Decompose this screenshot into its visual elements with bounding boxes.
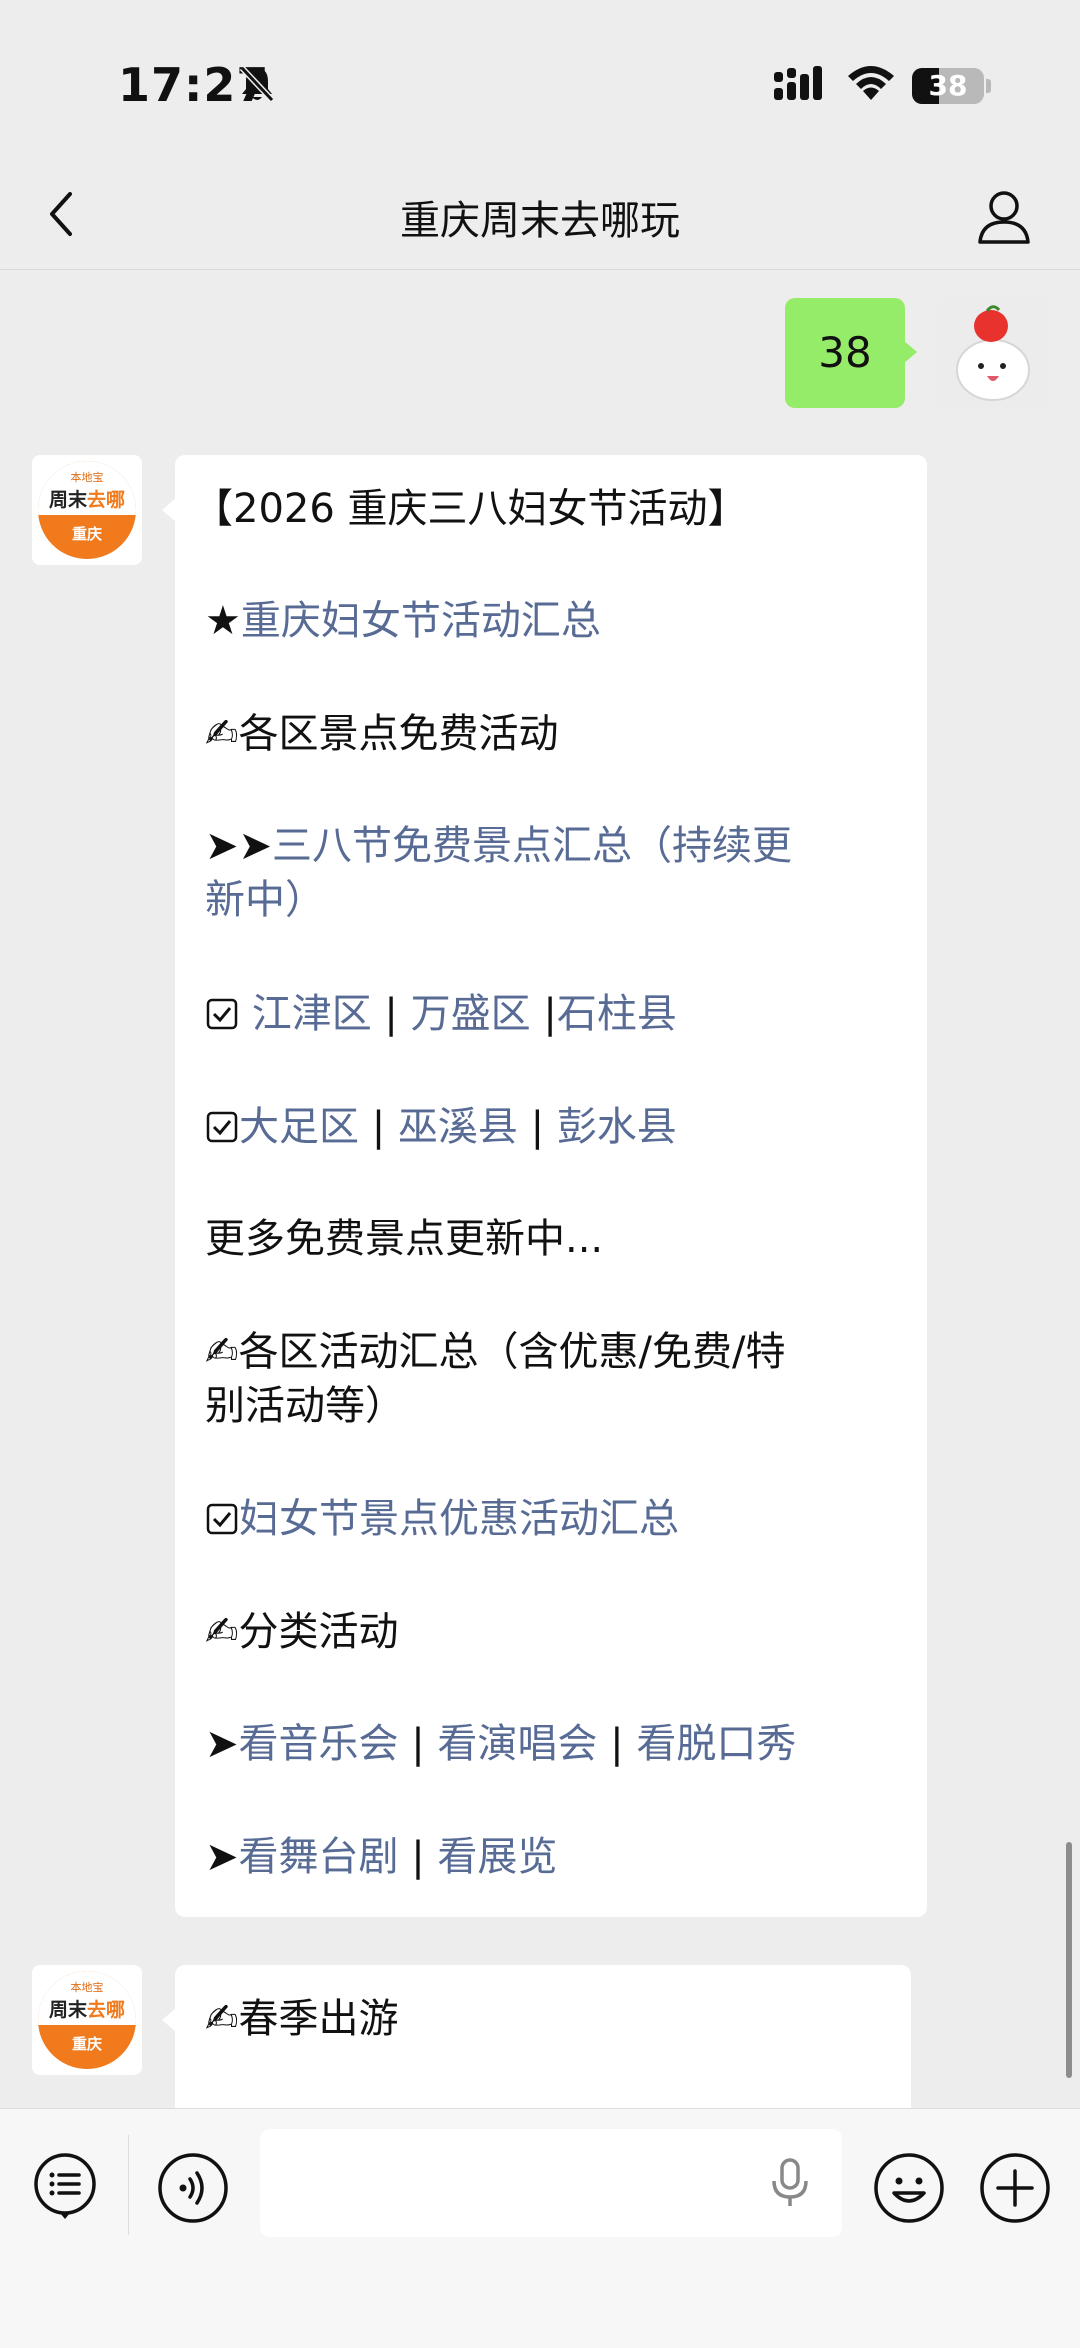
nav-bar: 重庆周末去哪玩 xyxy=(0,160,1080,270)
category-row-1: ➤看音乐会 | 看演唱会 | 看脱口秀 xyxy=(205,1717,903,1771)
emoji-button[interactable] xyxy=(872,2151,946,2225)
bot-avatar[interactable]: 本地宝 周末去哪 重庆 xyxy=(32,455,142,565)
scroll-indicator[interactable] xyxy=(1066,1842,1072,2078)
category-link[interactable]: 看展览 xyxy=(437,1834,557,1880)
emoji-icon xyxy=(874,2153,944,2223)
separator: | xyxy=(517,1104,557,1150)
category-link[interactable]: 看脱口秀 xyxy=(636,1721,796,1767)
plus-button[interactable] xyxy=(978,2151,1052,2225)
arrow-icon: ➤ xyxy=(205,1834,239,1880)
section-districts-text: 各区活动汇总（含优惠/免费/特 xyxy=(238,1329,786,1375)
page-title: 重庆周末去哪玩 xyxy=(400,198,680,244)
sent-bubble-tail xyxy=(903,340,917,364)
bubble-tail xyxy=(162,2008,176,2032)
plus-icon xyxy=(980,2153,1050,2223)
bell-slash-icon xyxy=(238,64,276,108)
separator: | xyxy=(597,1721,637,1767)
discount-link[interactable]: 妇女节景点优惠活动汇总 xyxy=(239,1496,679,1542)
separator: | xyxy=(530,991,557,1037)
category-row-2: ➤看舞台剧 | 看展览 xyxy=(205,1830,903,1884)
free-summary-link-cont[interactable]: 新中） xyxy=(205,877,325,923)
battery-icon: 38 xyxy=(912,68,984,104)
bot-avatar[interactable]: 本地宝 周末去哪 重庆 xyxy=(32,1965,142,2075)
district-link[interactable]: 巫溪县 xyxy=(398,1104,518,1150)
category-link[interactable]: 看演唱会 xyxy=(437,1721,597,1767)
district-link[interactable]: 万盛区 xyxy=(411,991,531,1037)
bubble-tail xyxy=(162,498,176,522)
message-bubble: ✍春季出游 xyxy=(175,1965,911,2125)
star-icon: ★ xyxy=(205,598,241,644)
summary-link[interactable]: 重庆妇女节活动汇总 xyxy=(241,598,601,644)
menu-list-icon xyxy=(34,2153,96,2219)
writing-hand-icon: ✍ xyxy=(205,711,239,757)
bot-logo: 本地宝 周末去哪 重庆 xyxy=(38,461,136,559)
logo-small-text: 本地宝 xyxy=(70,1981,104,1994)
voice-button[interactable] xyxy=(156,2151,230,2225)
summary-line: ★重庆妇女节活动汇总 xyxy=(205,594,903,648)
message-input[interactable] xyxy=(260,2129,842,2237)
status-bar: 17:27 38 xyxy=(0,0,1080,160)
wifi-icon xyxy=(846,64,896,106)
logo-main-text: 周末去哪 xyxy=(48,1999,126,2021)
districts-row-1: 江津区 | 万盛区 |石柱县 xyxy=(205,987,903,1045)
person-icon xyxy=(978,191,1030,244)
checkbox-icon xyxy=(205,1104,239,1158)
logo-city-text: 重庆 xyxy=(71,2035,102,2053)
message-heading: 【2026 重庆三八妇女节活动】 xyxy=(193,486,748,532)
districts-row-2: 大足区 | 巫溪县 | 彭水县 xyxy=(205,1100,903,1158)
section-districts-heading: ✍各区活动汇总（含优惠/免费/特 xyxy=(205,1325,903,1379)
category-link[interactable]: 看舞台剧 xyxy=(239,1834,399,1880)
district-link[interactable]: 大足区 xyxy=(239,1104,359,1150)
sent-message-bubble[interactable]: 38 xyxy=(785,298,905,408)
section-spring-heading: ✍春季出游 xyxy=(205,1992,887,2046)
section-free-text: 各区景点免费活动 xyxy=(238,711,559,757)
separator: | xyxy=(371,991,411,1037)
discount-line: 妇女节景点优惠活动汇总 xyxy=(205,1492,903,1550)
writing-hand-icon: ✍ xyxy=(205,1996,239,2042)
section-category-text: 分类活动 xyxy=(238,1609,399,1655)
district-link[interactable]: 石柱县 xyxy=(557,991,677,1037)
user-avatar[interactable] xyxy=(937,298,1047,408)
arrow-icon: ➤ xyxy=(205,1721,239,1767)
double-arrow-icon: ➤➤ xyxy=(205,823,273,869)
checkbox-icon xyxy=(205,991,239,1045)
category-link[interactable]: 看音乐会 xyxy=(239,1721,399,1767)
profile-button[interactable] xyxy=(972,184,1036,248)
district-link[interactable]: 江津区 xyxy=(252,991,372,1037)
district-link[interactable]: 彭水县 xyxy=(557,1104,677,1150)
section-districts-line-2: 别活动等） xyxy=(205,1383,405,1429)
input-bar xyxy=(0,2108,1080,2348)
message-bubble: 【2026 重庆三八妇女节活动】 ★重庆妇女节活动汇总 ✍各区景点免费活动 ➤➤… xyxy=(175,455,927,1917)
separator: | xyxy=(359,1104,398,1150)
writing-hand-icon: ✍ xyxy=(205,1609,239,1655)
logo-main-text: 周末去哪 xyxy=(48,489,126,511)
free-summary-line: ➤➤三八节免费景点汇总（持续更 xyxy=(205,819,903,873)
section-spring-text: 春季出游 xyxy=(238,1996,399,2042)
more-free-text: 更多免费景点更新中... xyxy=(205,1216,604,1262)
free-summary-link[interactable]: 三八节免费景点汇总（持续更 xyxy=(272,823,792,869)
menu-button[interactable] xyxy=(30,2151,100,2221)
logo-city-text: 重庆 xyxy=(71,525,102,543)
checkbox-icon xyxy=(205,1496,239,1550)
logo-small-text: 本地宝 xyxy=(70,471,104,484)
voice-icon xyxy=(158,2153,228,2223)
free-summary-line-2: 新中） xyxy=(205,873,903,927)
bot-logo: 本地宝 周末去哪 重庆 xyxy=(38,1971,136,2069)
writing-hand-icon: ✍ xyxy=(205,1329,239,1375)
separator: | xyxy=(398,1721,438,1767)
section-category-heading: ✍分类活动 xyxy=(205,1605,903,1659)
section-free-heading: ✍各区景点免费活动 xyxy=(205,707,903,761)
mic-icon[interactable] xyxy=(765,2157,815,2209)
battery-level: 38 xyxy=(928,69,968,102)
signal-icon xyxy=(774,66,826,106)
battery-cap xyxy=(986,79,991,93)
separator: | xyxy=(398,1834,438,1880)
divider xyxy=(128,2135,129,2235)
